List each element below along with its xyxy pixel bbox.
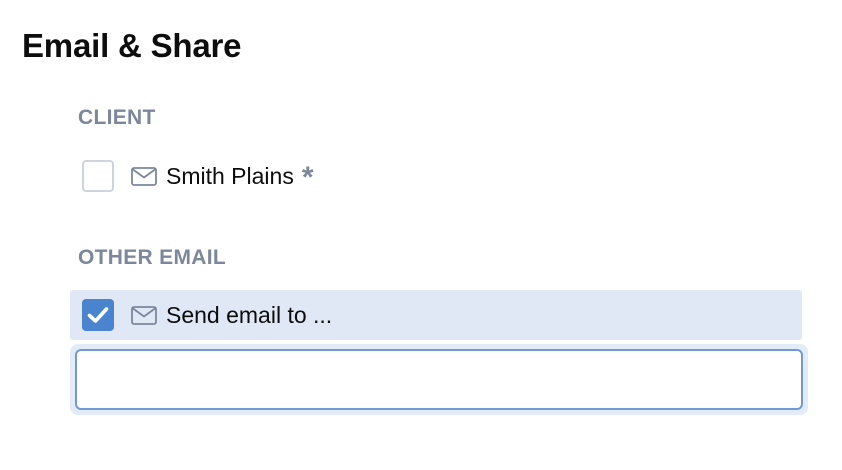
client-recipient-checkbox[interactable]	[82, 160, 114, 192]
other-email-section-heading: OTHER EMAIL	[78, 246, 226, 269]
other-email-input[interactable]	[75, 349, 803, 410]
send-email-to-checkbox[interactable]	[82, 299, 114, 331]
send-email-to-row[interactable]: Send email to ...	[70, 290, 802, 340]
email-input-focus-ring	[70, 344, 808, 415]
send-email-to-label: Send email to ...	[166, 302, 333, 328]
checkmark-icon	[87, 306, 109, 324]
client-section-heading: CLIENT	[78, 106, 156, 129]
email-share-panel: Email & Share CLIENT Smith Plains * OTHE…	[0, 0, 842, 470]
client-recipient-label: Smith Plains	[166, 163, 294, 189]
required-marker: *	[301, 161, 314, 194]
client-recipient-row[interactable]: Smith Plains *	[70, 151, 802, 201]
mail-icon	[131, 166, 157, 186]
mail-icon	[131, 305, 157, 325]
page-title: Email & Share	[22, 27, 242, 64]
